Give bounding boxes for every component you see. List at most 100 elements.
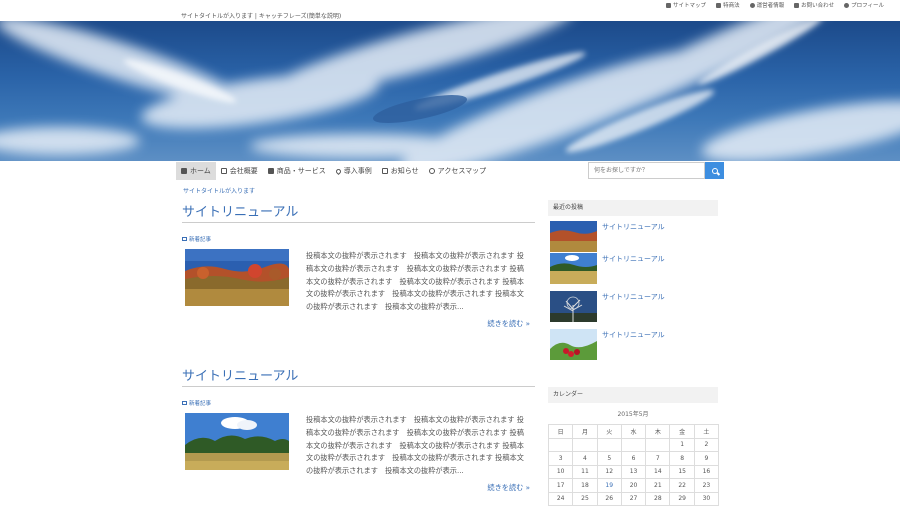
- article-title[interactable]: サイトリニューアル: [182, 201, 535, 223]
- calendar-day: 29: [669, 491, 695, 506]
- calendar-weekday: 月: [572, 424, 598, 439]
- recent-post-link[interactable]: サイトリニューアル: [602, 330, 665, 361]
- article-category[interactable]: 新着記事: [182, 235, 535, 243]
- recent-post-item: サイトリニューアル: [550, 329, 720, 361]
- recent-post-thumbnail[interactable]: [550, 221, 597, 252]
- search-input[interactable]: [588, 162, 705, 179]
- wrench-icon: [716, 2, 722, 8]
- calendar-day: 21: [645, 478, 671, 493]
- recent-post-item: サイトリニューアル: [550, 291, 720, 323]
- calendar-empty-cell: [620, 437, 647, 452]
- main-nav: ホーム 会社概要 商品・サービス 導入事例 お知らせ アクセスマップ: [176, 162, 491, 180]
- util-tokushoho-link[interactable]: 特商法: [716, 1, 740, 9]
- calendar-day: 2: [693, 437, 720, 452]
- calendar-day: 28: [645, 491, 671, 506]
- article-card: サイトリニューアル 新着記事 投稿本文の抜粋が表示されます 投稿本文の抜粋が表示…: [182, 365, 535, 492]
- recent-post-thumbnail[interactable]: [550, 253, 597, 284]
- calendar-empty-cell: [572, 437, 598, 452]
- util-sitemap-link[interactable]: サイトマップ: [666, 1, 706, 9]
- recent-posts-heading: 最近の投稿: [548, 200, 718, 216]
- calendar-week-row: 24 25 26 27 28 29 30: [547, 491, 720, 506]
- calendar-day: 30: [693, 491, 720, 506]
- calendar-day: 7: [645, 451, 671, 466]
- calendar-empty-cell: [596, 437, 622, 452]
- article-title[interactable]: サイトリニューアル: [182, 365, 535, 387]
- calendar-day: 9: [693, 451, 720, 466]
- calendar-body: 1 2 3 4 5 6 7 8 9 10 11 12 13 14 15 16 17 18 19 20 21 22 23 24 2…: [547, 437, 720, 506]
- nav-item-products[interactable]: 商品・サービス: [263, 162, 331, 180]
- calendar-day: 26: [596, 491, 622, 506]
- article-excerpt: 投稿本文の抜粋が表示されます 投稿本文の抜粋が表示されます 投稿本文の抜粋が表示…: [306, 251, 524, 312]
- calendar-weekday: 木: [645, 424, 671, 439]
- util-contact-link[interactable]: お問い合わせ: [794, 1, 834, 9]
- utility-nav: サイトマップ 特商法 運営者情報 お問い合わせ プロフィール: [666, 1, 884, 9]
- calendar-weekday: 土: [693, 424, 720, 439]
- read-more-link[interactable]: 続きを読む »: [487, 319, 530, 329]
- hero-image: [0, 21, 900, 161]
- cubes-icon: [267, 168, 274, 174]
- recent-post-item: サイトリニューアル: [550, 221, 720, 253]
- building-icon: [220, 168, 227, 174]
- calendar-weekday: 金: [669, 424, 695, 439]
- calendar-week-row: 10 11 12 13 14 15 16: [547, 464, 720, 479]
- article-card: サイトリニューアル 新着記事 投稿本文の抜粋が表示されます 投稿本文の抜粋が表示…: [182, 201, 535, 328]
- calendar-day: 5: [596, 451, 622, 466]
- calendar-day: 8: [669, 451, 695, 466]
- recent-post-thumbnail[interactable]: [550, 291, 597, 322]
- search-form: [588, 162, 724, 179]
- calendar-heading: カレンダー: [548, 387, 718, 403]
- nav-item-home[interactable]: ホーム: [176, 162, 216, 180]
- calendar-day: 22: [669, 478, 695, 493]
- calendar-caption: 2015年5月: [617, 411, 649, 418]
- read-more-link[interactable]: 続きを読む »: [487, 483, 530, 493]
- recent-post-link[interactable]: サイトリニューアル: [602, 254, 665, 285]
- calendar-day: 25: [572, 491, 598, 506]
- recent-post-link[interactable]: サイトリニューアル: [602, 292, 665, 323]
- util-operator-link[interactable]: 運営者情報: [749, 1, 784, 9]
- calendar-day: 13: [620, 464, 647, 479]
- calendar-day: 27: [620, 491, 647, 506]
- nav-item-cases[interactable]: 導入事例: [331, 162, 377, 180]
- article-thumbnail[interactable]: [185, 413, 289, 470]
- calendar-day: 4: [572, 451, 598, 466]
- info-icon: [749, 2, 755, 8]
- sitemap-icon: [666, 2, 672, 8]
- search-icon: [711, 167, 718, 174]
- calendar-day: 11: [572, 464, 598, 479]
- calendar-day: 10: [547, 464, 574, 479]
- newspaper-icon: [381, 168, 388, 174]
- breadcrumb[interactable]: サイトタイトルが入ります: [183, 186, 255, 195]
- calendar-day[interactable]: 19: [596, 478, 622, 493]
- calendar-week-row: 12: [547, 437, 720, 452]
- folder-icon: [182, 237, 187, 241]
- calendar-day: 23: [693, 478, 720, 493]
- recent-post-link[interactable]: サイトリニューアル: [602, 222, 665, 253]
- compass-icon: [428, 168, 435, 174]
- pin-icon: [334, 167, 342, 175]
- article-category[interactable]: 新着記事: [182, 399, 535, 407]
- calendar-day: 1: [669, 437, 695, 452]
- recent-post-item: サイトリニューアル: [550, 253, 720, 285]
- calendar-day: 12: [596, 464, 622, 479]
- calendar-table: 日 月 火 水 木 金 土 1 2 3 4 5 6 7 8 9 10 11 12 13 14 15 16 17 1…: [547, 424, 720, 506]
- article-excerpt: 投稿本文の抜粋が表示されます 投稿本文の抜粋が表示されます 投稿本文の抜粋が表示…: [306, 415, 524, 476]
- calendar-week-row: 17 18 19 20 21 22 23: [547, 478, 720, 493]
- article-thumbnail[interactable]: [185, 249, 289, 306]
- calendar-empty-cell: [547, 437, 574, 452]
- calendar-weekday: 火: [596, 424, 622, 439]
- user-icon: [844, 2, 850, 8]
- calendar-day: 20: [620, 478, 647, 493]
- nav-item-company[interactable]: 会社概要: [216, 162, 263, 180]
- mail-icon: [794, 2, 800, 8]
- calendar-day: 3: [547, 451, 574, 466]
- recent-post-thumbnail[interactable]: [550, 329, 597, 360]
- util-profile-link[interactable]: プロフィール: [844, 1, 884, 9]
- calendar-weekday: 日: [547, 424, 574, 439]
- nav-item-news[interactable]: お知らせ: [377, 162, 424, 180]
- folder-icon: [182, 401, 187, 405]
- search-button[interactable]: [705, 162, 724, 179]
- calendar-week-row: 3456789: [547, 451, 720, 466]
- calendar-day: 24: [547, 491, 574, 506]
- nav-item-access[interactable]: アクセスマップ: [424, 162, 491, 180]
- calendar-empty-cell: [645, 437, 671, 452]
